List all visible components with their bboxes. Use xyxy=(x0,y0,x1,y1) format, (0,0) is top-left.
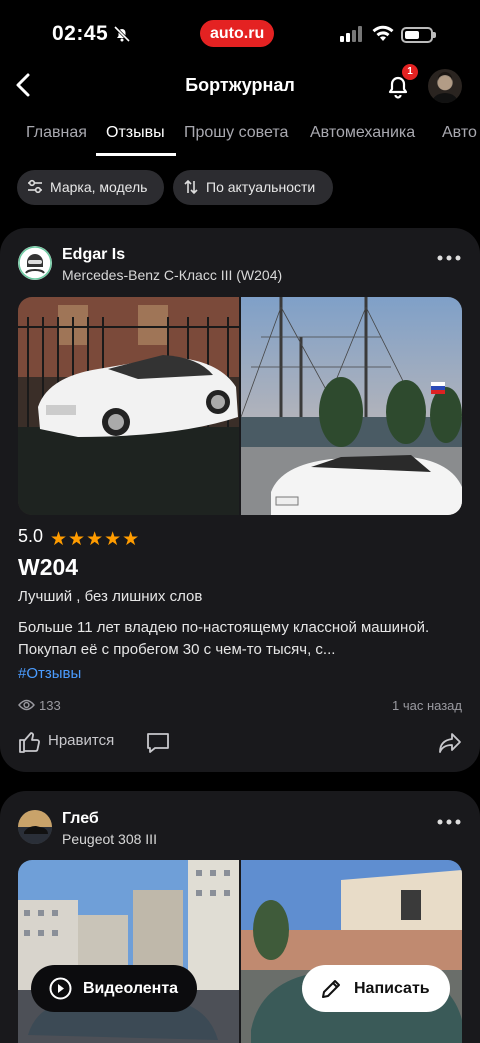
top-nav: Бортжурнал 1 xyxy=(0,64,480,108)
review-card[interactable]: Edgar Is Mercedes-Benz C-Класс III (W204… xyxy=(0,228,480,772)
more-options-icon[interactable] xyxy=(436,818,462,826)
thumbs-up-icon xyxy=(19,732,40,753)
write-post-button[interactable]: Написать xyxy=(302,965,450,1012)
author-car[interactable]: Peugeot 308 III xyxy=(62,831,157,847)
battery-icon xyxy=(401,27,436,43)
author-car[interactable]: Mercedes-Benz C-Класс III (W204) xyxy=(62,267,282,283)
author-avatar[interactable] xyxy=(18,810,52,844)
tab-main[interactable]: Главная xyxy=(26,124,87,142)
comment-icon[interactable] xyxy=(146,732,170,754)
sort-filter[interactable]: По актуальности xyxy=(173,170,333,205)
tab-reviews[interactable]: Отзывы xyxy=(106,124,165,142)
notification-badge: 1 xyxy=(402,64,418,80)
tab-ask-advice[interactable]: Прошу совета xyxy=(184,124,288,142)
video-feed-button[interactable]: Видеолента xyxy=(31,965,197,1012)
status-time: 02:45 xyxy=(52,22,109,45)
profile-avatar[interactable] xyxy=(428,69,462,103)
post-time: 1 час назад xyxy=(392,698,462,713)
review-photo-2[interactable] xyxy=(241,297,462,515)
review-subtitle: Лучший , без лишних слов xyxy=(18,588,203,605)
review-photo-2[interactable] xyxy=(241,860,462,1043)
rating-value: 5.0 xyxy=(18,526,44,546)
view-count: 133 xyxy=(18,698,61,713)
tab-auto-mechanics[interactable]: Автомеханика xyxy=(310,124,415,142)
review-photo-1[interactable] xyxy=(18,860,239,1043)
author-name[interactable]: Глеб xyxy=(62,810,99,828)
sort-filter-label: По актуальности xyxy=(206,179,316,195)
sort-arrows-icon xyxy=(184,179,198,195)
rating-stars: ★★★★★ xyxy=(50,529,141,550)
tab-auto[interactable]: Авто xyxy=(442,124,477,142)
more-options-icon[interactable] xyxy=(436,254,462,262)
section-tabs: Главная Отзывы Прошу совета Автомеханика… xyxy=(0,108,480,158)
share-icon[interactable] xyxy=(438,732,462,754)
signal-icon xyxy=(340,26,362,42)
like-label: Нравится xyxy=(48,732,115,749)
bell-muted-icon xyxy=(113,25,131,43)
like-button[interactable]: Нравится xyxy=(18,730,115,753)
status-bar: 02:45 auto.ru xyxy=(0,0,480,64)
wifi-icon xyxy=(372,25,394,41)
review-photo-1[interactable] xyxy=(18,297,239,515)
write-post-label: Написать xyxy=(354,980,430,997)
author-avatar[interactable] xyxy=(18,246,52,280)
play-circle-icon xyxy=(49,977,72,1000)
review-excerpt[interactable]: Больше 11 лет владею по-настоящему класс… xyxy=(18,617,468,661)
make-model-filter[interactable]: Марка, модель xyxy=(17,170,164,205)
filter-sliders-icon xyxy=(28,179,42,194)
make-model-filter-label: Марка, модель xyxy=(50,179,148,195)
video-feed-label: Видеолента xyxy=(83,980,179,997)
review-title[interactable]: W204 xyxy=(18,554,78,581)
active-tab-indicator xyxy=(96,153,176,156)
author-name[interactable]: Edgar Is xyxy=(62,246,125,264)
review-tag-link[interactable]: #Отзывы xyxy=(18,665,81,682)
auto-ru-badge[interactable]: auto.ru xyxy=(200,20,275,47)
pencil-icon xyxy=(322,980,340,998)
eye-icon xyxy=(18,699,35,711)
view-count-value: 133 xyxy=(39,698,61,713)
